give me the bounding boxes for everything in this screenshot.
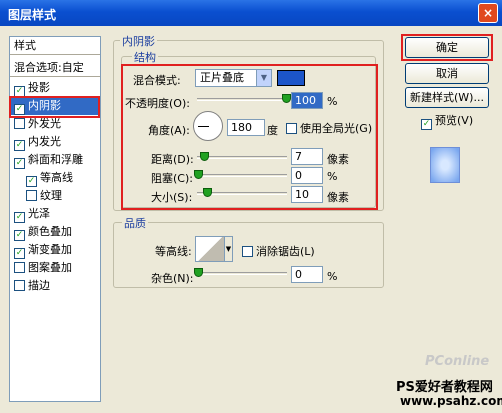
style-list-header: 样式 xyxy=(10,37,100,55)
preview-check-icon: ✓ xyxy=(421,119,432,130)
quality-title: 品质 xyxy=(122,215,148,231)
noise-unit: % xyxy=(327,270,338,283)
watermark-logo: PConline xyxy=(425,354,490,369)
checkbox-icon[interactable] xyxy=(14,262,25,273)
style-item-label: 投影 xyxy=(28,81,50,94)
new-style-button[interactable]: 新建样式(W)... xyxy=(405,87,489,108)
checkbox-icon[interactable]: ✓ xyxy=(14,212,25,223)
preview-checkbox[interactable]: ✓ 预览(V) xyxy=(421,112,473,130)
inner-shadow-title: 内阴影 xyxy=(120,33,157,49)
style-item-label: 纹理 xyxy=(40,189,62,202)
checkbox-icon[interactable]: ✓ xyxy=(26,176,37,187)
structure-title: 结构 xyxy=(132,49,158,65)
style-item[interactable]: ✓ 投影 xyxy=(10,79,100,97)
blend-options-item[interactable]: 混合选项:自定 xyxy=(10,59,100,77)
antialias-label: 消除锯齿(L) xyxy=(256,245,315,258)
noise-slider-thumb[interactable] xyxy=(194,268,203,277)
window-title: 图层样式 xyxy=(8,8,57,22)
contour-label: 等高线: xyxy=(155,245,192,258)
style-item-label: 内发光 xyxy=(28,135,61,148)
watermark-line1: PS爱好者教程网 xyxy=(396,380,493,395)
style-preview xyxy=(415,136,475,196)
style-item[interactable]: 图案叠加 xyxy=(10,259,100,277)
watermark-line2: www.psahz.com xyxy=(400,394,502,408)
style-item[interactable]: ✓ 光泽 xyxy=(10,205,100,223)
style-item[interactable]: ✓ 渐变叠加 xyxy=(10,241,100,259)
checkbox-icon[interactable] xyxy=(26,190,37,201)
style-item[interactable]: 描边 xyxy=(10,277,100,295)
close-button[interactable]: × xyxy=(478,3,498,23)
style-item[interactable]: ✓ 斜面和浮雕 xyxy=(10,151,100,169)
style-item-label: 颜色叠加 xyxy=(28,225,72,238)
style-list: 样式 混合选项:自定 ✓ 投影 ✓ 内阴影 外发光 ✓ 内发光 ✓ 斜面和浮雕 ✓ 等高线 纹理 ✓ 光泽… xyxy=(9,36,101,402)
style-item-label: 描边 xyxy=(28,279,50,292)
noise-input[interactable]: 0 xyxy=(291,266,323,283)
style-item[interactable]: ✓ 颜色叠加 xyxy=(10,223,100,241)
style-item-label: 图案叠加 xyxy=(28,261,72,274)
checkbox-icon[interactable]: ✓ xyxy=(14,158,25,169)
style-item[interactable]: ✓ 内发光 xyxy=(10,133,100,151)
selection-highlight-box xyxy=(9,96,100,118)
preview-thumbnail xyxy=(430,147,460,183)
checkbox-icon[interactable]: ✓ xyxy=(14,248,25,259)
checkbox-icon[interactable] xyxy=(14,118,25,129)
style-item-label: 斜面和浮雕 xyxy=(28,153,83,166)
style-item-label: 等高线 xyxy=(40,171,73,184)
style-item-label: 光泽 xyxy=(28,207,50,220)
style-item-label: 外发光 xyxy=(28,117,61,130)
checkbox-icon[interactable]: ✓ xyxy=(14,230,25,241)
style-item[interactable]: 纹理 xyxy=(10,187,100,205)
antialias-checkbox[interactable]: 消除锯齿(L) xyxy=(242,243,315,259)
contour-picker[interactable] xyxy=(195,236,225,262)
cancel-button[interactable]: 取消 xyxy=(405,63,489,84)
style-item-label: 渐变叠加 xyxy=(28,243,72,256)
noise-slider[interactable] xyxy=(197,272,287,275)
title-bar[interactable]: 图层样式 × xyxy=(0,0,502,26)
structure-highlight-box xyxy=(121,64,378,210)
checkbox-icon[interactable]: ✓ xyxy=(14,140,25,151)
style-item[interactable]: ✓ 等高线 xyxy=(10,169,100,187)
antialias-check-icon xyxy=(242,246,253,257)
contour-dropdown-icon[interactable]: ▼ xyxy=(224,236,233,262)
noise-label: 杂色(N): xyxy=(151,272,194,285)
ok-highlight-box xyxy=(401,34,493,61)
checkbox-icon[interactable] xyxy=(14,280,25,291)
preview-label: 预览(V) xyxy=(435,114,474,127)
